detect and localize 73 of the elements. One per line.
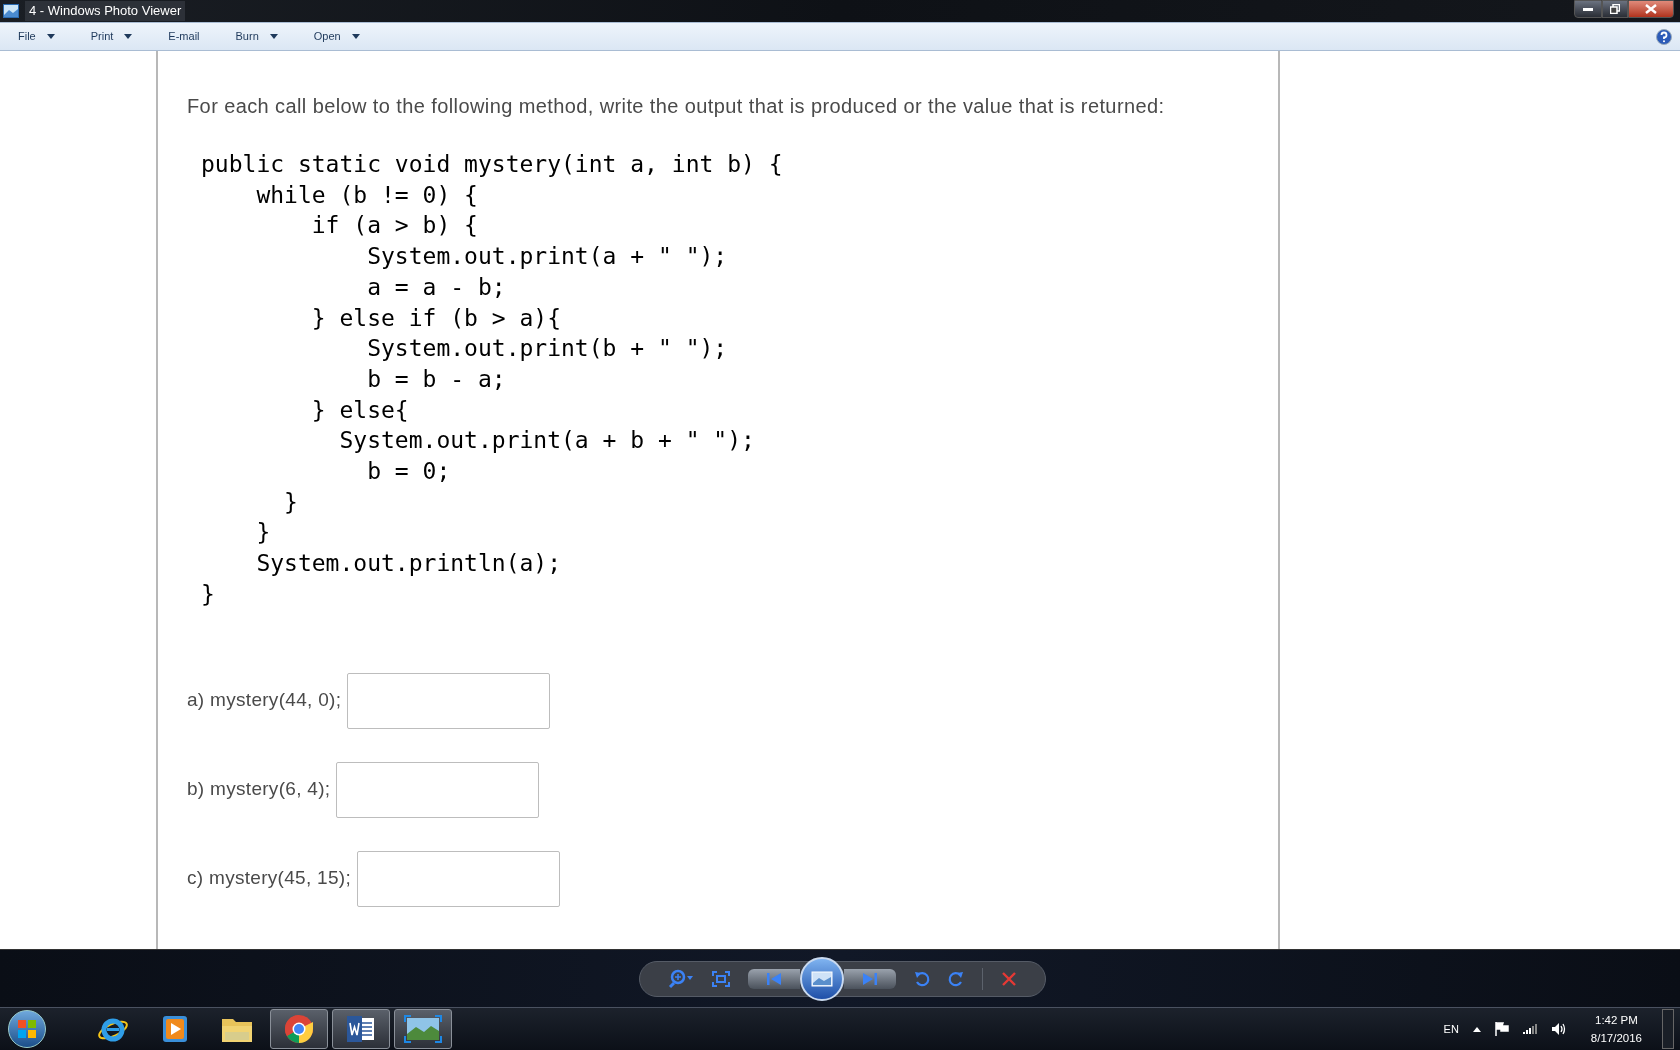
code-line: if (a > b) {	[310, 211, 479, 241]
code-line: while (b != 0) {	[255, 180, 479, 210]
caret-icon	[351, 34, 360, 39]
previous-button[interactable]	[747, 968, 800, 989]
clock[interactable]: 1:42 PM 8/17/2016	[1590, 1011, 1642, 1047]
rotate-right-button[interactable]	[947, 970, 964, 987]
speaker-icon[interactable]	[1550, 1022, 1567, 1036]
restore-icon	[1610, 4, 1620, 14]
minimize-button[interactable]	[1574, 0, 1602, 18]
delete-button[interactable]	[1000, 970, 1017, 987]
chrome-icon	[284, 1014, 314, 1044]
rotate-left-icon	[913, 970, 930, 987]
code-line: System.out.print(a + " ");	[366, 242, 729, 272]
play-icon	[162, 1015, 188, 1043]
code-line: System.out.println(a);	[255, 549, 563, 579]
code-line: } else{	[310, 395, 410, 425]
caret-up-icon[interactable]	[1472, 1026, 1481, 1032]
taskbar-app-button[interactable]	[394, 1009, 452, 1049]
close-icon	[1645, 4, 1657, 14]
windows-logo-icon	[17, 1019, 37, 1039]
question-prompt: For each call below to the following method, write the output that is produced or the value that is returned:	[187, 94, 1166, 119]
show-desktop-button[interactable]	[1662, 1009, 1674, 1049]
clock-time: 1:42 PM	[1595, 1013, 1638, 1028]
taskbar-app-button[interactable]	[332, 1009, 390, 1049]
caret-icon	[46, 34, 55, 39]
fit-button[interactable]	[711, 970, 730, 987]
menu-item[interactable]: Print	[90, 28, 133, 45]
document-w-icon	[346, 1015, 376, 1043]
window-title: 4 - Windows Photo Viewer	[25, 1, 186, 21]
answer-field[interactable]	[357, 850, 561, 907]
flag-icon[interactable]	[1494, 1022, 1509, 1036]
code-line: }	[283, 487, 299, 517]
rotate-right-icon	[947, 970, 964, 987]
app-icon	[3, 4, 19, 18]
code-line: }	[201, 579, 216, 609]
language-indicator[interactable]: EN	[1443, 1020, 1459, 1038]
signal-bars-icon[interactable]	[1522, 1024, 1537, 1034]
answer-field[interactable]	[347, 672, 551, 729]
caret-icon	[124, 34, 133, 39]
landscape-picture-icon	[404, 1015, 442, 1043]
menu-item[interactable]: File	[18, 28, 55, 45]
previous-icon	[766, 972, 781, 985]
menu-item[interactable]: E-mail	[168, 28, 200, 45]
rotate-left-button[interactable]	[913, 970, 930, 987]
next-icon	[862, 972, 877, 985]
clock-date: 8/17/2016	[1590, 1031, 1642, 1046]
code-line: System.out.print(b + " ");	[366, 334, 729, 364]
taskbar-app-button[interactable]	[270, 1009, 328, 1049]
help-icon[interactable]	[1656, 28, 1672, 45]
code-line: }	[255, 518, 272, 548]
code-line: System.out.print(a + b + " ");	[338, 426, 756, 456]
magnifier-icon	[667, 968, 694, 989]
menu-item[interactable]: Open	[313, 28, 360, 45]
code-line: public static void mystery(int a, int b) {	[201, 150, 784, 179]
fit-window-icon	[711, 970, 730, 987]
answer-field[interactable]	[336, 761, 540, 818]
close-button[interactable]	[1628, 0, 1674, 18]
slideshow-icon	[810, 970, 833, 987]
question-label: b) mystery(6, 4);	[187, 777, 331, 802]
zoom-button[interactable]	[667, 968, 694, 989]
delete-icon	[1000, 970, 1017, 987]
code-line: b = b - a;	[366, 364, 507, 394]
next-button[interactable]	[843, 968, 896, 989]
question-label: c) mystery(45, 15);	[187, 866, 352, 891]
code-line: a = a - b;	[366, 272, 507, 302]
menu-item[interactable]: Burn	[235, 28, 278, 45]
code-line: b = 0;	[366, 457, 452, 487]
caret-icon	[269, 34, 278, 39]
minimize-icon	[1583, 7, 1593, 11]
code-line: } else if (b > a){	[310, 303, 563, 333]
start-button[interactable]	[8, 1010, 46, 1048]
question-label: a) mystery(44, 0);	[187, 688, 342, 713]
restore-button[interactable]	[1602, 0, 1628, 18]
